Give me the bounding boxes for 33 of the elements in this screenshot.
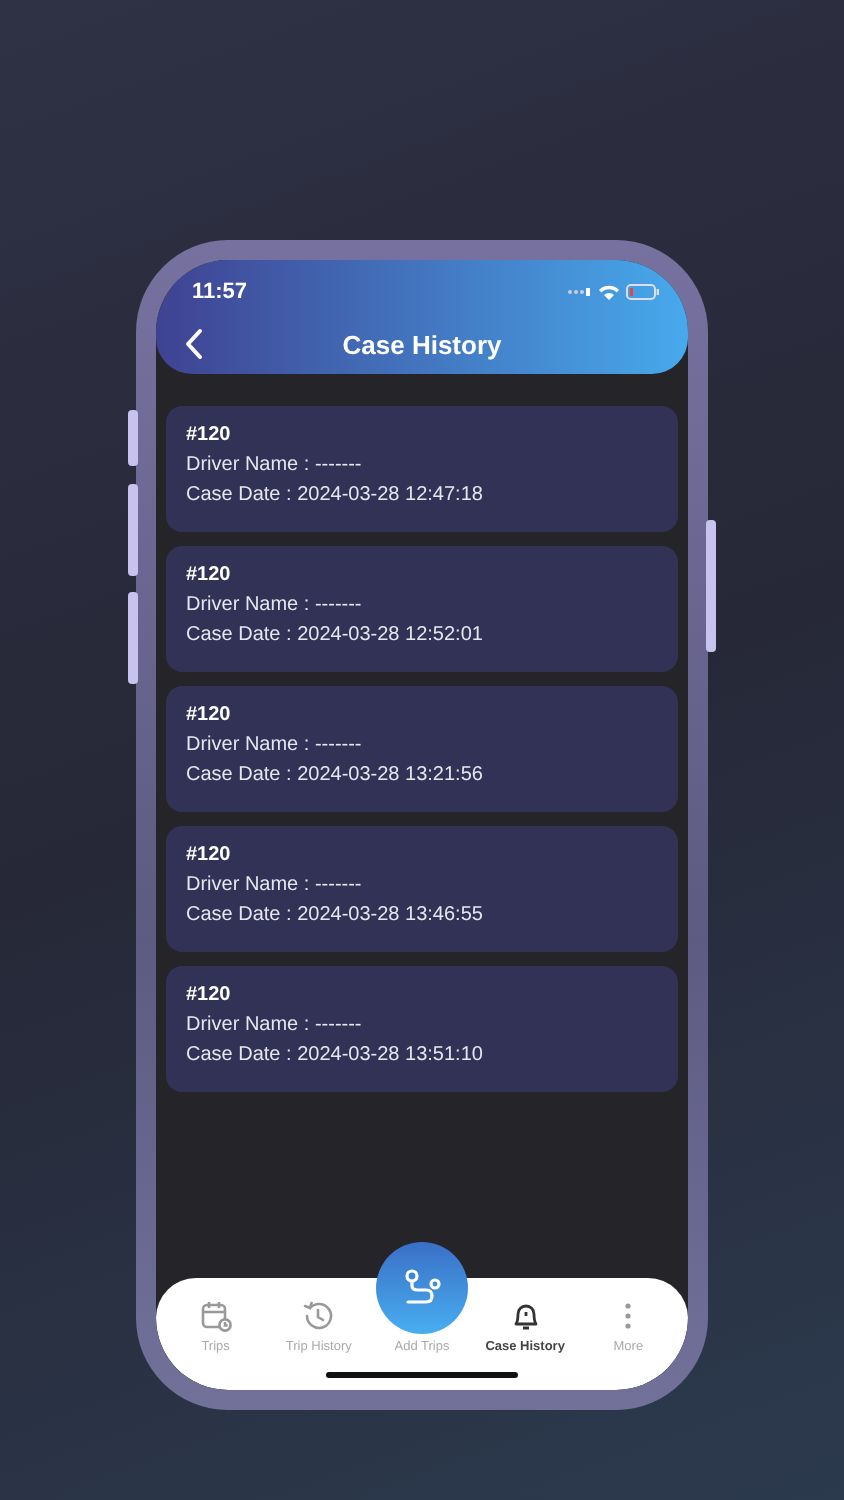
case-number: #120: [186, 704, 231, 726]
driver-name: Driver Name : -------: [186, 454, 362, 476]
case-number: #120: [186, 984, 231, 1006]
driver-name: Driver Name : -------: [186, 1014, 362, 1036]
case-date: Case Date : 2024-03-28 13:51:10: [186, 1044, 483, 1066]
calendar-icon: [199, 1300, 232, 1332]
case-number: #120: [186, 844, 231, 866]
case-card[interactable]: #120 Driver Name : ------- Case Date : 2024-03-28 12:47:18: [166, 406, 678, 532]
driver-name: Driver Name : -------: [186, 874, 362, 896]
route-icon: [399, 1266, 444, 1310]
case-date: Case Date : 2024-03-28 12:47:18: [186, 484, 483, 506]
driver-name: Driver Name : -------: [186, 594, 362, 616]
driver-name: Driver Name : -------: [186, 734, 362, 756]
more-icon: [624, 1300, 633, 1332]
status-time: 11:57: [192, 280, 248, 304]
page-title: Case History: [342, 330, 502, 360]
case-card[interactable]: #120 Driver Name : ------- Case Date : 2024-03-28 13:21:56: [166, 686, 678, 812]
wifi-icon: [598, 284, 620, 300]
back-button[interactable]: [184, 328, 204, 360]
case-card[interactable]: #120 Driver Name : ------- Case Date : 2024-03-28 13:51:10: [166, 966, 678, 1092]
case-number: #120: [186, 564, 231, 586]
back-icon: [184, 328, 204, 360]
case-number: #120: [186, 424, 231, 446]
signal-icon: [568, 288, 592, 296]
case-date: Case Date : 2024-03-28 13:21:56: [186, 764, 483, 786]
history-icon: [302, 1300, 335, 1332]
case-card[interactable]: #120 Driver Name : ------- Case Date : 2024-03-28 13:46:55: [166, 826, 678, 952]
bell-icon: [509, 1300, 542, 1332]
case-date: Case Date : 2024-03-28 13:46:55: [186, 904, 483, 926]
add-trip-button[interactable]: [375, 1242, 468, 1334]
case-card[interactable]: #120 Driver Name : ------- Case Date : 2024-03-28 12:52:01: [166, 546, 678, 672]
case-date: Case Date : 2024-03-28 12:52:01: [186, 624, 483, 646]
battery-icon: [626, 284, 660, 300]
